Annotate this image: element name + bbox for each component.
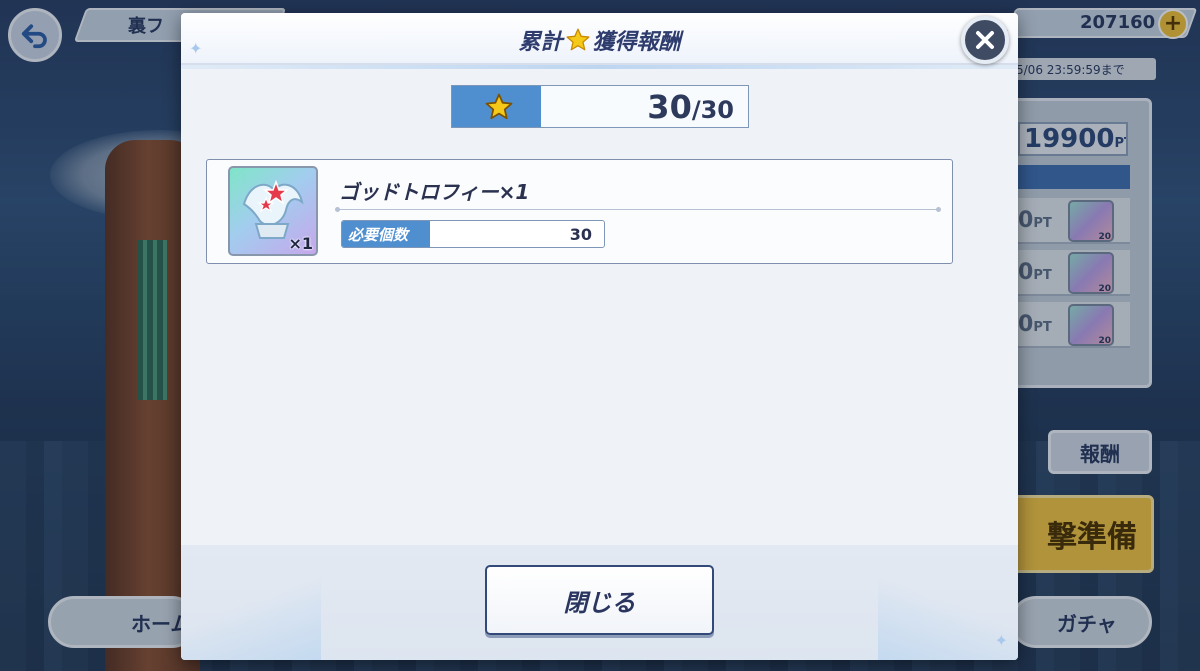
dialog-title: 累計 獲得報酬 [181, 24, 1018, 56]
title-prefix: 累計 [518, 30, 563, 55]
required-count-value: 30 [569, 225, 592, 244]
sparkle-icon: ✦ [994, 631, 1008, 650]
reward-thumbnail: ×1 [228, 166, 318, 256]
progress-max: /30 [691, 96, 734, 124]
reward-quantity: ×1 [288, 234, 313, 253]
close-x-button[interactable] [961, 16, 1009, 64]
reward-divider [335, 207, 941, 212]
progress-count: 30 /30 [647, 88, 734, 126]
dialog-footer: ✦ 閉じる [181, 545, 1018, 660]
required-count: 必要個数 30 [341, 220, 605, 248]
title-suffix: 獲得報酬 [592, 30, 681, 55]
star-progress-bar: 30 /30 [451, 85, 749, 128]
footer-decoration [181, 570, 321, 660]
reward-name: ゴッドトロフィー×1 [339, 180, 530, 204]
close-icon [976, 31, 994, 49]
star-icon [566, 28, 589, 51]
progress-current: 30 [647, 88, 692, 126]
star-icon [485, 93, 513, 120]
required-count-label: 必要個数 [342, 221, 430, 247]
cumulative-reward-dialog: ✦ ✦ 累計 獲得報酬 30 /30 ×1 ゴ [181, 13, 1018, 660]
reward-item: ×1 ゴッドトロフィー×1 必要個数 30 [206, 159, 953, 264]
dialog-header: ✦ ✦ 累計 獲得報酬 [181, 13, 1018, 69]
close-button[interactable]: 閉じる [485, 565, 714, 635]
